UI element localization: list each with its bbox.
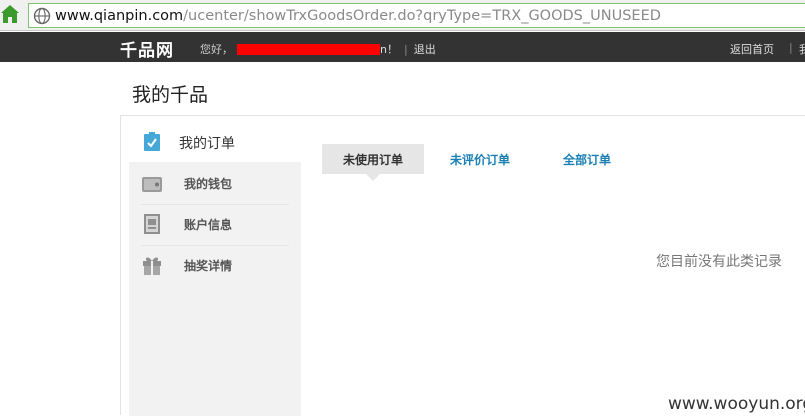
sidebar-item-account[interactable]: 账户信息 (129, 204, 301, 245)
redacted-username (237, 43, 380, 55)
logout-link[interactable]: 退出 (414, 41, 436, 57)
url-host: www.qianpin.com (55, 7, 184, 24)
tab-unused-orders[interactable]: 未使用订单 (322, 144, 424, 181)
url-path: /ucenter/showTrxGoodsOrder.do?qryType=TR… (183, 7, 661, 24)
sidebar-item-wallet[interactable]: 我的钱包 (129, 163, 301, 204)
site-top-bar: 千品网 您好， n！ | 退出 返回首页 | 我 (0, 32, 805, 62)
empty-state-message: 您目前没有此类记录 (656, 254, 782, 270)
user-greeting: 您好， n！ | 退出 (200, 41, 436, 57)
sidebar-item-label: 账户信息 (184, 218, 233, 232)
sidebar-item-label: 我的钱包 (184, 177, 233, 191)
tab-all-orders[interactable]: 全部订单 (552, 144, 622, 174)
bar-cut-link[interactable]: 我 (799, 41, 805, 57)
order-tag-icon (144, 132, 160, 151)
account-card-icon (144, 214, 160, 234)
sidebar-item-lottery[interactable]: 抽奖详情 (129, 245, 301, 286)
sidebar: 我的订单 我的钱包 账户信息 抽奖详情 (129, 122, 301, 416)
tab-label: 未使用订单 (342, 152, 403, 167)
sidebar-item-label: 抽奖详情 (184, 259, 233, 273)
browser-address-bar: www.qianpin.com/ucenter/showTrxGoodsOrde… (0, 0, 805, 31)
sidebar-item-orders[interactable]: 我的订单 (129, 122, 301, 163)
wallet-icon (142, 177, 162, 192)
globe-icon (33, 7, 51, 24)
tab-unrated-orders[interactable]: 未评价订单 (440, 144, 520, 174)
watermark: www.wooyun.org (668, 394, 805, 414)
greeting-suffix: n！ (380, 43, 398, 56)
url-text: www.qianpin.com/ucenter/showTrxGoodsOrde… (55, 8, 661, 24)
tab-active-pointer (366, 174, 380, 181)
greeting-separator: | (403, 42, 408, 56)
gift-icon (143, 257, 161, 275)
bar-separator: | (789, 41, 793, 54)
sidebar-item-label: 我的订单 (179, 135, 235, 152)
greeting-prefix: 您好， (200, 43, 233, 56)
page-title: 我的千品 (132, 84, 209, 106)
site-logo[interactable]: 千品网 (120, 36, 174, 61)
browser-home-button[interactable] (0, 3, 22, 27)
home-icon (1, 5, 19, 23)
url-input[interactable]: www.qianpin.com/ucenter/showTrxGoodsOrde… (28, 3, 805, 28)
back-home-link[interactable]: 返回首页 (730, 41, 774, 57)
